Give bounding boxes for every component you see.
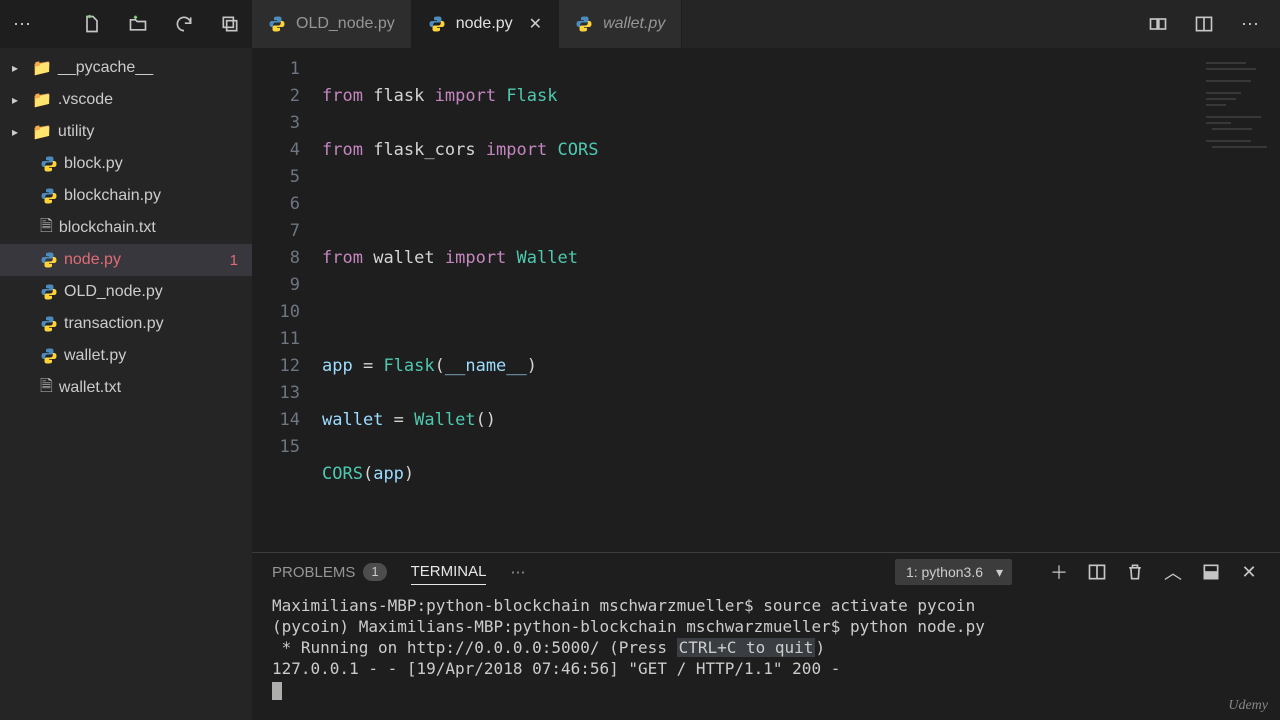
tab-terminal[interactable]: TERMINAL: [411, 563, 487, 585]
refresh-icon[interactable]: [170, 10, 198, 38]
chevron-up-icon[interactable]: ︿: [1162, 561, 1184, 583]
file-node-py[interactable]: node.py 1: [0, 244, 252, 276]
chevron-right-icon: ▸: [12, 61, 26, 75]
close-icon[interactable]: ✕: [529, 14, 542, 34]
folder-icon: 📁: [32, 122, 52, 142]
folder-utility[interactable]: ▸ 📁 utility: [0, 116, 252, 148]
file-label: blockchain.txt: [59, 219, 156, 237]
more-panel-icon[interactable]: ⋯: [510, 563, 525, 581]
main-area: ▸ 📁 __pycache__ ▸ 📁 .vscode ▸ 📁 utility …: [0, 48, 1280, 720]
line-gutter: 123456789101112131415: [252, 48, 322, 552]
python-icon: [268, 15, 286, 33]
chevron-right-icon: ▸: [12, 93, 26, 107]
title-bar: ⋯ OLD_node.py node.py ✕ wallet.py: [0, 0, 1280, 48]
panel-tabs: PROBLEMS 1 TERMINAL ⋯ 1: python3.6 ＋: [252, 553, 1280, 591]
tab-label: PROBLEMS: [272, 564, 355, 581]
maximize-panel-icon[interactable]: [1200, 561, 1222, 583]
file-wallet-txt[interactable]: 🗎 wallet.txt: [0, 372, 252, 404]
code-editor[interactable]: 123456789101112131415 from flask import …: [252, 48, 1280, 552]
collapse-all-icon[interactable]: [216, 10, 244, 38]
file-blockchain-py[interactable]: blockchain.py: [0, 180, 252, 212]
tab-node[interactable]: node.py ✕: [412, 0, 559, 48]
editor-area: 123456789101112131415 from flask import …: [252, 48, 1280, 720]
compare-icon[interactable]: [1144, 10, 1172, 38]
tab-problems[interactable]: PROBLEMS 1: [272, 563, 387, 581]
tab-label: TERMINAL: [411, 563, 487, 580]
file-label: transaction.py: [64, 315, 164, 333]
folder-icon: 📁: [32, 58, 52, 78]
tab-label: node.py: [456, 15, 513, 33]
tab-label: wallet.py: [603, 15, 665, 33]
trash-icon[interactable]: [1124, 561, 1146, 583]
more-icon[interactable]: ⋯: [8, 10, 36, 38]
file-wallet-py[interactable]: wallet.py: [0, 340, 252, 372]
new-terminal-icon[interactable]: ＋: [1048, 561, 1070, 583]
python-icon: [40, 251, 58, 269]
split-terminal-icon[interactable]: [1086, 561, 1108, 583]
file-block[interactable]: block.py: [0, 148, 252, 180]
file-old-node[interactable]: OLD_node.py: [0, 276, 252, 308]
minimap[interactable]: [1196, 56, 1276, 176]
chevron-right-icon: ▸: [12, 125, 26, 139]
python-icon: [575, 15, 593, 33]
bottom-panel: PROBLEMS 1 TERMINAL ⋯ 1: python3.6 ＋: [252, 552, 1280, 720]
vscode-folder-icon: 📁: [32, 90, 52, 110]
new-folder-icon[interactable]: [124, 10, 152, 38]
problems-count: 1: [363, 563, 386, 581]
file-label: OLD_node.py: [64, 283, 163, 301]
python-icon: [40, 283, 58, 301]
text-file-icon: 🗎: [40, 215, 53, 242]
terminal-output[interactable]: Maximilians-MBP:python-blockchain mschwa…: [252, 591, 1280, 720]
close-panel-icon[interactable]: ✕: [1238, 561, 1260, 583]
file-label: wallet.py: [64, 347, 126, 365]
file-label: .vscode: [58, 91, 113, 109]
file-transaction[interactable]: transaction.py: [0, 308, 252, 340]
file-explorer[interactable]: ▸ 📁 __pycache__ ▸ 📁 .vscode ▸ 📁 utility …: [0, 48, 252, 720]
tab-wallet[interactable]: wallet.py: [559, 0, 682, 48]
file-label: blockchain.py: [64, 187, 161, 205]
error-badge: 1: [230, 252, 238, 269]
python-icon: [40, 347, 58, 365]
file-label: utility: [58, 123, 94, 141]
python-icon: [40, 155, 58, 173]
file-label: block.py: [64, 155, 123, 173]
watermark: Udemy: [1228, 698, 1268, 714]
code-content[interactable]: from flask import Flask from flask_cors …: [322, 48, 1280, 552]
editor-actions: ⋯: [1128, 0, 1280, 48]
new-file-icon[interactable]: [78, 10, 106, 38]
text-file-icon: 🗎: [40, 375, 53, 402]
tab-old-node[interactable]: OLD_node.py: [252, 0, 412, 48]
file-label: __pycache__: [58, 59, 153, 77]
editor-tabs: OLD_node.py node.py ✕ wallet.py: [252, 0, 1128, 48]
folder-vscode[interactable]: ▸ 📁 .vscode: [0, 84, 252, 116]
file-label: wallet.txt: [59, 379, 121, 397]
file-label: node.py: [64, 251, 121, 269]
tab-label: OLD_node.py: [296, 15, 395, 33]
python-icon: [40, 187, 58, 205]
more-actions-icon[interactable]: ⋯: [1236, 10, 1264, 38]
sidebar-toolbar: ⋯: [0, 0, 252, 48]
python-icon: [40, 315, 58, 333]
file-blockchain-txt[interactable]: 🗎 blockchain.txt: [0, 212, 252, 244]
folder-pycache[interactable]: ▸ 📁 __pycache__: [0, 52, 252, 84]
terminal-select[interactable]: 1: python3.6: [895, 559, 1012, 585]
split-editor-icon[interactable]: [1190, 10, 1218, 38]
python-icon: [428, 15, 446, 33]
